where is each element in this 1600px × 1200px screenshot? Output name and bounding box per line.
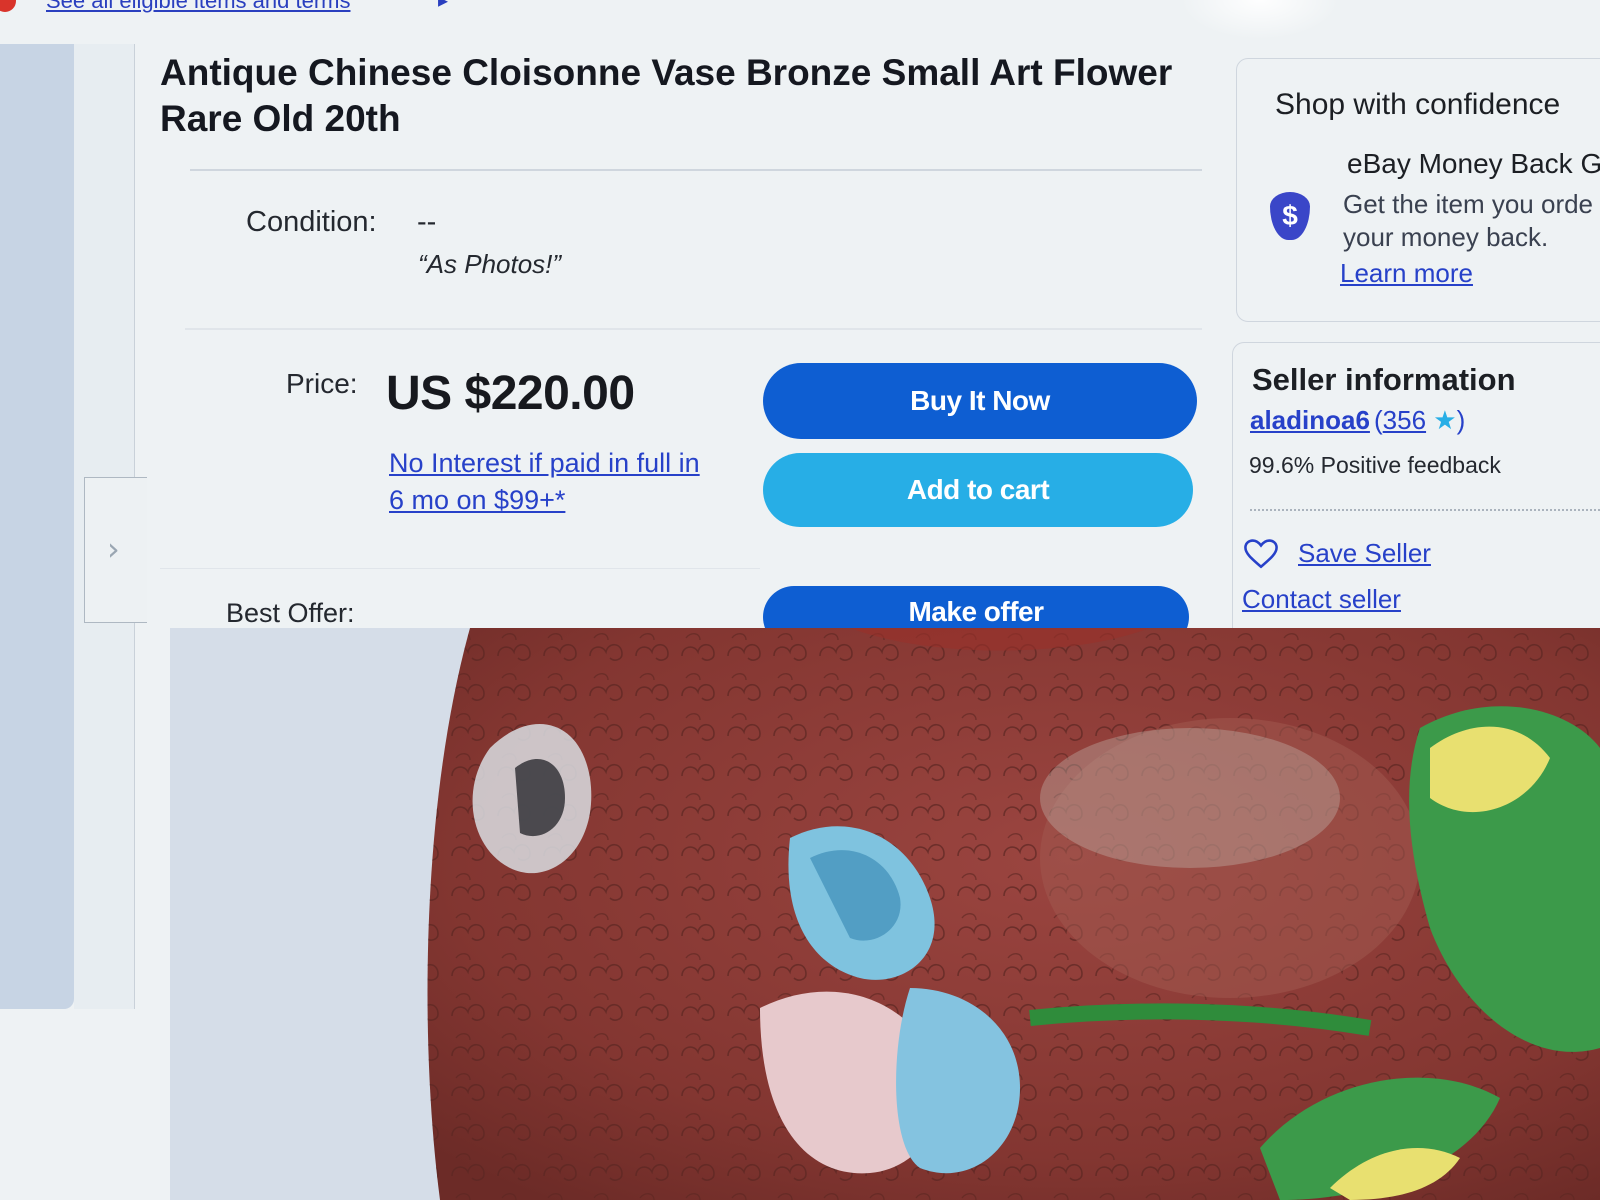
positive-feedback: 99.6% Positive feedback bbox=[1249, 452, 1501, 478]
seller-title: Seller information bbox=[1252, 362, 1516, 397]
save-seller-link[interactable]: Save Seller bbox=[1298, 538, 1431, 569]
gallery-next-button[interactable]: › bbox=[84, 477, 147, 623]
learn-more-link[interactable]: Learn more bbox=[1340, 258, 1473, 289]
item-title: Antique Chinese Cloisonne Vase Bronze Sm… bbox=[160, 52, 1173, 139]
buy-it-now-button[interactable]: Buy It Now bbox=[763, 363, 1197, 439]
financing-link[interactable]: No Interest if paid in full in 6 mo on $… bbox=[389, 445, 739, 519]
condition-value: -- bbox=[417, 206, 437, 238]
divider bbox=[185, 328, 1202, 330]
confidence-title: Shop with confidence bbox=[1275, 88, 1561, 121]
divider bbox=[1250, 509, 1600, 511]
condition-label: Condition: bbox=[246, 206, 377, 238]
feedback-count: 356 bbox=[1382, 405, 1427, 435]
condition-note: “As Photos!” bbox=[418, 249, 562, 279]
close-paren: ) bbox=[1456, 405, 1466, 435]
financing-line-2: 6 mo on $99+* bbox=[389, 485, 566, 515]
divider bbox=[190, 169, 1202, 171]
add-to-cart-button[interactable]: Add to cart bbox=[763, 453, 1193, 527]
product-image[interactable] bbox=[170, 628, 1600, 1200]
guarantee-desc-line-2: your money back. bbox=[1343, 222, 1549, 252]
arrow-right-icon: ▸ bbox=[438, 0, 449, 12]
seller-feedback-count-link[interactable]: (356 ★) bbox=[1374, 405, 1465, 436]
price-value: US $220.00 bbox=[386, 367, 635, 420]
contact-seller-link[interactable]: Contact seller bbox=[1242, 584, 1401, 615]
eligible-items-link[interactable]: See all eligible items and terms bbox=[46, 0, 350, 14]
guarantee-title: eBay Money Back G bbox=[1347, 148, 1600, 179]
best-offer-label: Best Offer: bbox=[226, 598, 355, 628]
screen-glare bbox=[1180, 0, 1340, 40]
divider bbox=[160, 568, 760, 569]
indicator-dot bbox=[0, 0, 16, 12]
financing-line-1: No Interest if paid in full in bbox=[389, 448, 700, 478]
star-icon: ★ bbox=[1433, 405, 1457, 435]
thumbnail-strip[interactable] bbox=[0, 44, 74, 1009]
chevron-right-icon: › bbox=[107, 530, 120, 568]
heart-icon[interactable] bbox=[1244, 538, 1278, 570]
guarantee-desc-line-1: Get the item you orde bbox=[1343, 189, 1594, 219]
open-paren: ( bbox=[1374, 405, 1383, 435]
guarantee-description: Get the item you orde your money back. bbox=[1343, 188, 1593, 254]
vase-photo bbox=[170, 628, 1600, 1200]
seller-name-link[interactable]: aladinoa6 bbox=[1250, 405, 1370, 436]
price-label: Price: bbox=[286, 368, 358, 399]
